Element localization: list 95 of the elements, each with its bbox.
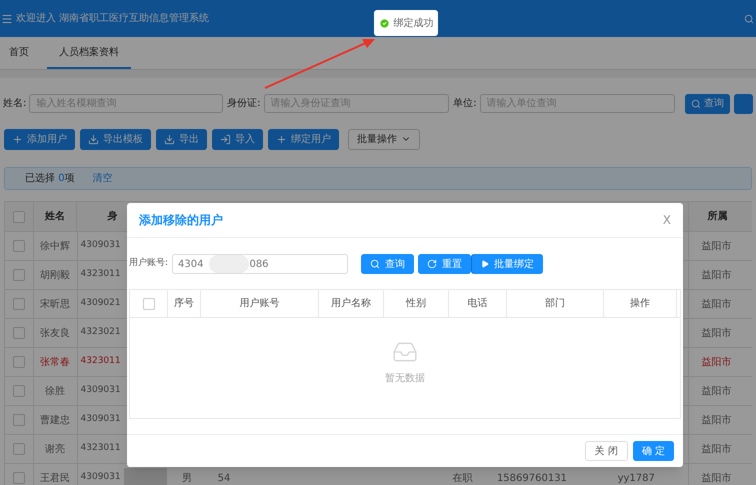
table-cell-text: 4309031 — [80, 471, 121, 484]
table-cell-text: 54 — [218, 472, 230, 485]
download-icon — [164, 134, 175, 144]
reset-icon — [427, 259, 437, 269]
column-header: 用户账号 — [201, 290, 319, 317]
plus-icon — [276, 134, 287, 144]
column-header: 所属 — [688, 202, 752, 231]
redaction-block — [124, 468, 167, 485]
table-cell-text: 4323011 — [80, 442, 121, 456]
search-icon — [370, 259, 380, 269]
toolbar-button[interactable]: 绑定用户 — [268, 128, 339, 150]
confirm-button[interactable]: 确 定 — [632, 441, 674, 461]
table-cell-text: 宋昕思 — [40, 298, 70, 312]
dialog-button[interactable]: 重置 — [418, 254, 471, 274]
table-cell-text: 益阳市 — [701, 356, 732, 370]
column-header: 身 — [107, 210, 118, 224]
table-cell-text: 张常春 — [40, 356, 70, 370]
column-header: 操作 — [604, 290, 677, 317]
table-cell-text: 益阳市 — [701, 442, 732, 456]
table-cell-text: 4309021 — [80, 297, 121, 310]
table-cell-text: 王君民 — [40, 472, 70, 485]
table-cell-text: 张友良 — [40, 326, 70, 340]
tab[interactable]: 首页 — [7, 37, 31, 69]
toolbar-button[interactable]: 导入 — [212, 128, 263, 150]
search-icon — [690, 98, 701, 108]
column-header: 序号 — [168, 290, 201, 317]
close-button[interactable]: X — [662, 211, 671, 229]
import-icon — [220, 134, 231, 144]
checkbox[interactable] — [12, 414, 25, 426]
table-cell-text: 益阳市 — [701, 472, 732, 485]
table-cell-text: 益阳市 — [701, 326, 732, 340]
clear-link[interactable]: 清空 — [92, 171, 113, 186]
table-cell-text: 4323011 — [80, 355, 121, 368]
table-cell-text: 曹建忠 — [40, 414, 70, 428]
search-icon[interactable] — [744, 14, 754, 24]
check-icon — [378, 18, 390, 28]
checkbox[interactable] — [12, 327, 25, 339]
selection-count: 已选择 0项 — [25, 172, 75, 186]
filter-label: 姓名: — [3, 97, 26, 111]
column-header: 姓名 — [34, 202, 78, 231]
input-value: 086 — [249, 258, 269, 272]
account-input[interactable]: 4304 086 — [172, 254, 348, 274]
checkbox[interactable] — [12, 443, 25, 455]
table-cell-text: 男 — [182, 472, 192, 485]
toolbar-button[interactable]: 添加用户 — [4, 128, 75, 150]
filter-label: 单位: — [453, 96, 477, 111]
checkbox[interactable] — [12, 298, 25, 310]
table-cell-text: 4323021 — [80, 326, 121, 340]
column-header: 部门 — [507, 290, 604, 317]
dialog-button[interactable]: 批量绑定 — [471, 254, 543, 274]
input-value: 4304 — [178, 258, 204, 272]
button-edge[interactable] — [734, 94, 753, 114]
table-cell-text: 胡刚毅 — [40, 268, 70, 282]
table-cell-text: 徐中辉 — [40, 240, 70, 254]
checkbox[interactable] — [12, 269, 25, 281]
checkbox[interactable] — [12, 240, 25, 252]
plus-icon — [12, 134, 23, 144]
header-title: 欢迎进入 湖南省职工医疗互助信息管理系统 — [16, 12, 210, 26]
play-icon — [481, 260, 489, 268]
search-button[interactable]: 查询 — [685, 94, 730, 114]
table-cell-text: 益阳市 — [701, 298, 732, 312]
menu-icon[interactable] — [1, 12, 13, 24]
close-dialog-button[interactable]: 关 闭 — [584, 441, 628, 461]
dialog-button[interactable]: 查询 — [361, 254, 414, 274]
table-cell-text: 益阳市 — [701, 414, 732, 428]
column-header: 用户名称 — [319, 290, 384, 317]
checkbox[interactable] — [12, 356, 25, 368]
blur-redaction — [209, 255, 249, 273]
field-label: 用户账号: — [129, 257, 170, 270]
table-cell-text: 益阳市 — [701, 268, 732, 282]
table-cell-text: 谢亮 — [45, 442, 66, 456]
table-cell-text: 益阳市 — [701, 384, 732, 398]
empty-text: 暂无数据 — [385, 372, 425, 386]
batch-dropdown[interactable]: 批量操作 — [348, 128, 420, 150]
table-cell-text: 益阳市 — [701, 240, 732, 254]
toolbar-button[interactable]: 导出模板 — [80, 128, 151, 150]
table-cell-text: 4309031 — [80, 413, 121, 426]
checkbox[interactable] — [142, 298, 154, 310]
download-icon — [88, 134, 99, 144]
checkbox[interactable] — [12, 472, 25, 484]
column-header: 电话 — [449, 290, 507, 317]
filter-label: 身份证: — [227, 97, 261, 111]
table-cell-text: 4309031 — [80, 239, 121, 252]
dialog-title: 添加移除的用户 — [139, 212, 223, 229]
checkbox[interactable] — [12, 210, 25, 222]
table-cell-text: yy1787 — [618, 472, 655, 485]
table-cell-text: 4309031 — [80, 384, 121, 398]
table-cell-text: 在职 — [452, 472, 472, 485]
column-header: 性别 — [384, 290, 449, 317]
table-cell-text: 4323011 — [80, 268, 121, 282]
checkbox[interactable] — [12, 385, 25, 397]
toast-text: 绑定成功 — [394, 16, 434, 30]
toolbar-button[interactable]: 导出 — [156, 128, 207, 150]
table-cell-text: 徐胜 — [45, 384, 66, 398]
table-cell-text: 15869760131 — [496, 472, 567, 485]
